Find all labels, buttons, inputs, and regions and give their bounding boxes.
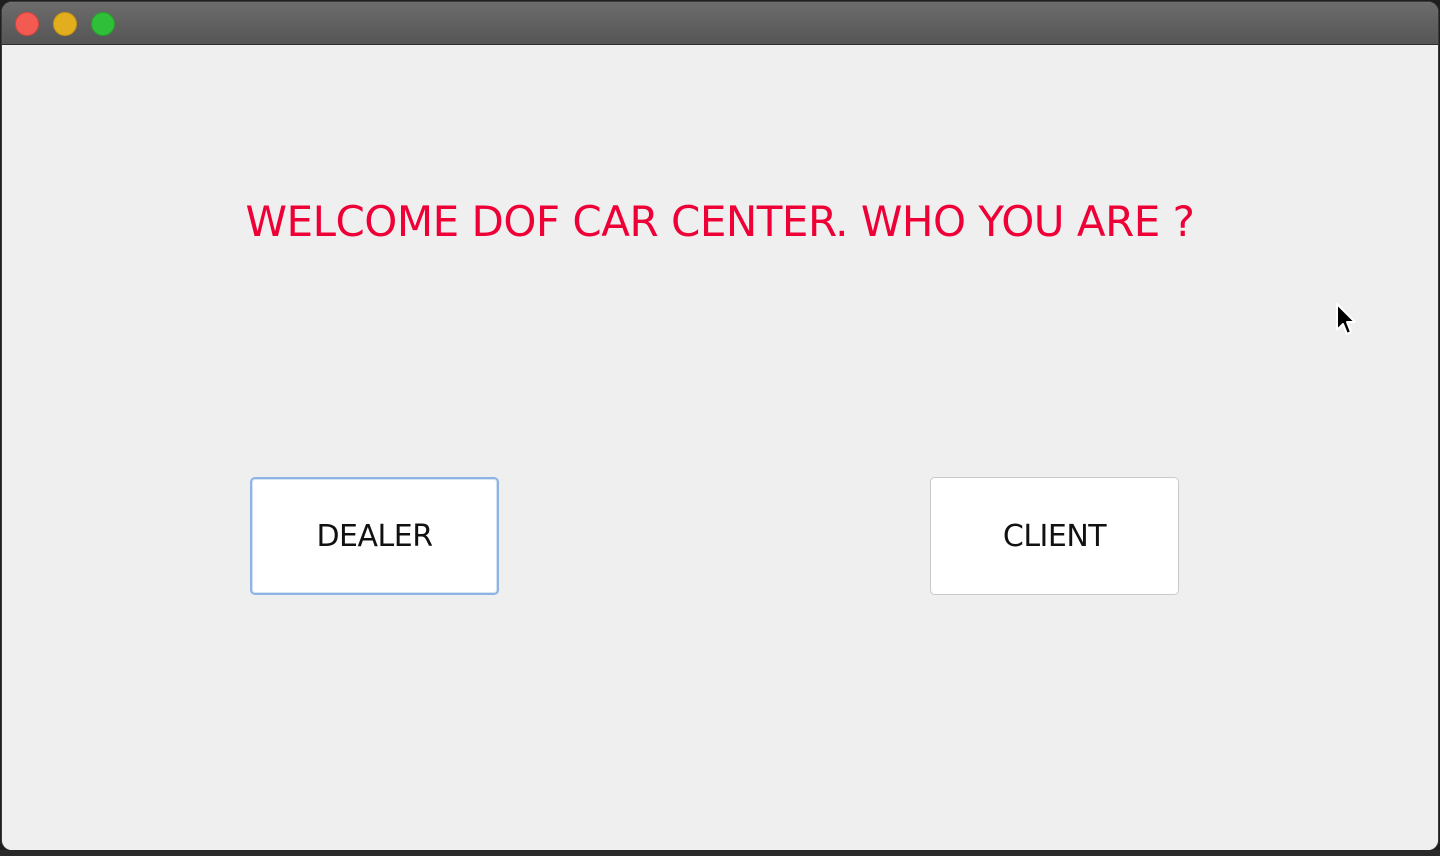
minimize-icon[interactable] — [53, 12, 77, 36]
mouse-pointer-icon — [1336, 303, 1356, 335]
desktop-strip — [0, 850, 1440, 856]
close-icon[interactable] — [15, 12, 39, 36]
zoom-icon[interactable] — [91, 12, 115, 36]
dealer-button[interactable]: DEALER — [250, 477, 499, 595]
welcome-title: WELCOME DOF CAR CENTER. WHO YOU ARE ? — [245, 197, 1195, 246]
title-bar[interactable] — [2, 2, 1438, 45]
main-content: WELCOME DOF CAR CENTER. WHO YOU ARE ? DE… — [2, 45, 1438, 850]
app-window: WELCOME DOF CAR CENTER. WHO YOU ARE ? DE… — [2, 2, 1438, 850]
client-button[interactable]: CLIENT — [930, 477, 1179, 595]
